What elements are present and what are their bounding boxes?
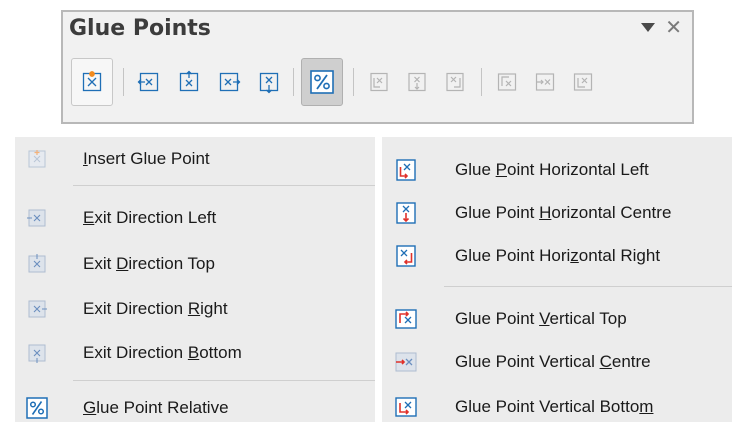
glue-points-menu-left: Insert Glue Point Exit Direction Left Ex… (15, 137, 375, 422)
exit-direction-left-icon (137, 70, 161, 94)
menu-separator (444, 286, 732, 287)
exit-direction-left-button[interactable] (131, 58, 167, 106)
menu-item-exit-direction-right[interactable]: Exit Direction Right (15, 292, 375, 326)
menu-item-label: Exit Direction Left (83, 208, 217, 227)
glue-point-vertical-top-button[interactable] (489, 58, 525, 106)
menu-item-glue-point-vertical-centre[interactable]: Glue Point Vertical Centre (382, 345, 732, 379)
glue-point-vertical-centre-icon (394, 350, 418, 374)
glue-point-horizontal-right-button[interactable] (437, 58, 473, 106)
glue-point-horizontal-centre-icon (394, 201, 418, 225)
glue-point-relative-icon (309, 69, 335, 95)
glue-point-vertical-centre-button[interactable] (527, 58, 563, 106)
dropdown-triangle-icon[interactable] (641, 22, 656, 32)
glue-point-vertical-top-icon (394, 307, 418, 331)
glue-point-horizontal-right-icon (443, 70, 467, 94)
glue-point-vertical-centre-icon (533, 70, 557, 94)
menu-item-label: Exit Direction Top (83, 254, 215, 273)
menu-item-label: Glue Point Horizontal Right (455, 246, 661, 265)
glue-point-vertical-bottom-icon (394, 395, 418, 419)
glue-point-horizontal-centre-icon (405, 70, 429, 94)
glue-point-horizontal-left-icon (367, 70, 391, 94)
toolbar-separator (123, 68, 124, 96)
menu-item-glue-point-horizontal-right[interactable]: Glue Point Horizontal Right (382, 239, 732, 273)
exit-direction-right-icon (217, 70, 241, 94)
menu-item-label: Glue Point Relative (83, 398, 229, 417)
exit-direction-bottom-icon (257, 70, 281, 94)
glue-points-menu-right: Glue Point Horizontal Left Glue Point Ho… (382, 137, 732, 422)
exit-direction-right-icon (25, 297, 49, 321)
menu-item-glue-point-horizontal-left[interactable]: Glue Point Horizontal Left (382, 153, 732, 187)
toolbar-separator (481, 68, 482, 96)
glue-points-toolbar: Glue Points ✕ (61, 10, 694, 124)
menu-separator (73, 185, 375, 186)
menu-item-label: Exit Direction Bottom (83, 343, 242, 362)
glue-point-horizontal-right-icon (394, 244, 418, 268)
menu-item-glue-point-vertical-top[interactable]: Glue Point Vertical Top (382, 302, 732, 336)
glue-point-vertical-bottom-icon (571, 70, 595, 94)
toolbar-separator (353, 68, 354, 96)
insert-glue-point-button[interactable] (71, 58, 113, 106)
menu-item-glue-point-horizontal-centre[interactable]: Glue Point Horizontal Centre (382, 196, 732, 230)
menu-item-label: Glue Point Horizontal Centre (455, 203, 672, 222)
glue-point-horizontal-left-icon (394, 158, 418, 182)
glue-point-relative-icon (25, 396, 49, 420)
insert-glue-point-icon (25, 147, 49, 171)
exit-direction-bottom-icon (25, 341, 49, 365)
menu-item-exit-direction-top[interactable]: Exit Direction Top (15, 247, 375, 281)
exit-direction-right-button[interactable] (211, 58, 247, 106)
menu-item-label: Glue Point Vertical Top (455, 309, 627, 328)
menu-separator (73, 380, 375, 381)
toolbar-title: Glue Points (69, 16, 211, 41)
exit-direction-top-icon (177, 70, 201, 94)
menu-item-glue-point-relative[interactable]: Glue Point Relative (15, 391, 375, 425)
glue-point-horizontal-left-button[interactable] (361, 58, 397, 106)
exit-direction-bottom-button[interactable] (251, 58, 287, 106)
glue-point-vertical-bottom-button[interactable] (565, 58, 601, 106)
exit-direction-top-icon (25, 252, 49, 276)
menu-item-exit-direction-bottom[interactable]: Exit Direction Bottom (15, 336, 375, 370)
menu-item-label: Insert Glue Point (83, 149, 210, 168)
menu-item-insert-glue-point[interactable]: Insert Glue Point (15, 142, 375, 176)
insert-glue-point-icon (80, 70, 104, 94)
menu-item-label: Exit Direction Right (83, 299, 228, 318)
menu-item-label: Glue Point Vertical Bottom (455, 397, 654, 416)
menu-item-label: Glue Point Vertical Centre (455, 352, 651, 371)
menu-item-exit-direction-left[interactable]: Exit Direction Left (15, 201, 375, 235)
glue-point-horizontal-centre-button[interactable] (399, 58, 435, 106)
glue-point-relative-button[interactable] (301, 58, 343, 106)
exit-direction-top-button[interactable] (171, 58, 207, 106)
close-x-icon[interactable]: ✕ (665, 17, 682, 37)
menu-item-label: Glue Point Horizontal Left (455, 160, 649, 179)
menu-item-glue-point-vertical-bottom[interactable]: Glue Point Vertical Bottom (382, 390, 732, 424)
toolbar-separator (293, 68, 294, 96)
toolbar-controls: ✕ (641, 17, 682, 37)
exit-direction-left-icon (25, 206, 49, 230)
glue-point-vertical-top-icon (495, 70, 519, 94)
